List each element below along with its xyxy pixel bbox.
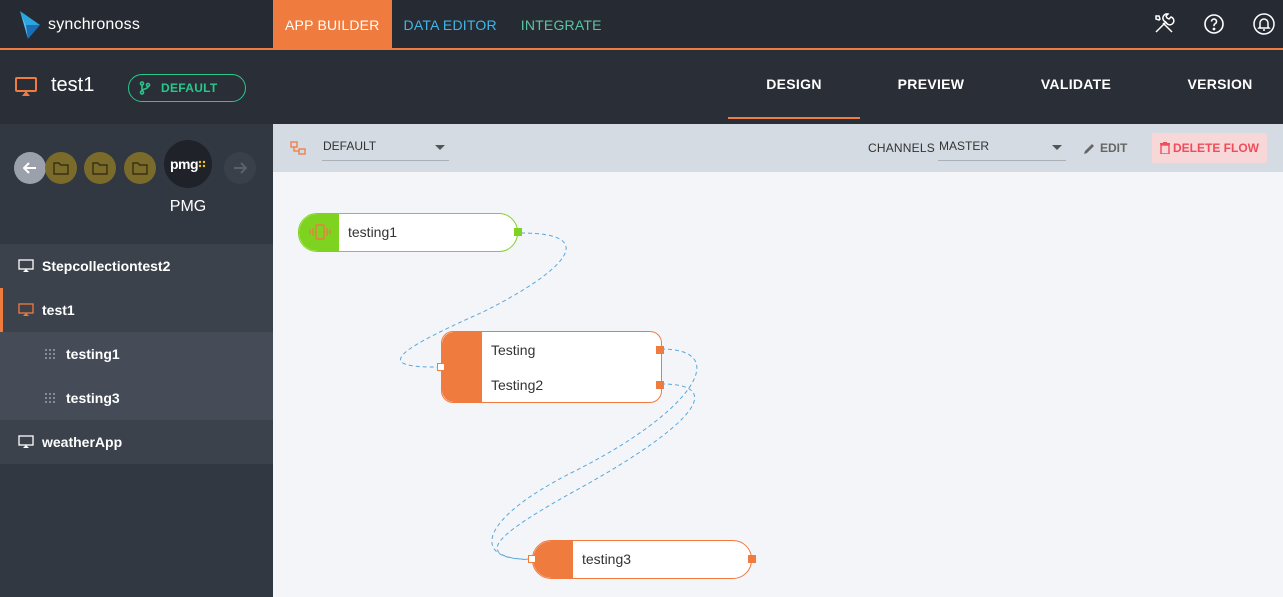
project-screen-icon bbox=[15, 77, 37, 96]
folder-icon bbox=[53, 162, 69, 175]
sidebar-item-weatherapp[interactable]: weatherApp bbox=[0, 420, 273, 464]
flow-toolbar: DEFAULT CHANNELS MASTER EDIT DELETE FLOW bbox=[273, 124, 1283, 172]
folder-crumb-3[interactable] bbox=[124, 152, 156, 184]
project-bar: test1 DEFAULT DESIGN PREVIEW VALIDATE VE… bbox=[0, 50, 1283, 124]
sidebar-item-testing3[interactable]: testing3 bbox=[0, 376, 273, 420]
flow-node-testing1[interactable]: testing1 bbox=[298, 213, 522, 252]
folder-icon bbox=[92, 162, 108, 175]
screen-icon bbox=[18, 435, 34, 448]
sidebar-item-label: Stepcollectiontest2 bbox=[42, 258, 171, 274]
sidebar-item-label: testing3 bbox=[66, 390, 120, 406]
connection-testing2-to-testing3 bbox=[496, 383, 695, 561]
edit-label: EDIT bbox=[1100, 141, 1128, 155]
arrow-left-icon bbox=[23, 162, 36, 174]
channels-label: CHANNELS bbox=[868, 141, 935, 155]
branch-label: DEFAULT bbox=[161, 81, 218, 95]
sidebar-item-label: weatherApp bbox=[42, 434, 123, 450]
sidebar-item-label: testing1 bbox=[66, 346, 120, 362]
back-button[interactable] bbox=[14, 152, 46, 184]
output-port[interactable] bbox=[748, 555, 756, 563]
sidebar: pmg PMG Stepcollectiontest2 test1 testin… bbox=[0, 124, 273, 597]
trash-icon bbox=[1160, 142, 1170, 154]
folder-icon bbox=[132, 162, 148, 175]
tab-version[interactable]: VERSION bbox=[1150, 50, 1283, 119]
sidebar-item-testing1[interactable]: testing1 bbox=[0, 332, 273, 376]
flow-select[interactable]: DEFAULT bbox=[322, 135, 449, 161]
forward-button[interactable] bbox=[224, 152, 256, 184]
sidebar-item-test1[interactable]: test1 bbox=[0, 288, 273, 332]
folder-breadcrumb: pmg PMG bbox=[0, 124, 273, 244]
screen-icon bbox=[18, 303, 34, 316]
sidebar-item-label: test1 bbox=[42, 302, 75, 318]
phone-vibrate-icon bbox=[309, 224, 331, 240]
flow-canvas[interactable]: testing1 Testing Testing2 testing3 bbox=[273, 172, 1283, 597]
pmg-dots-icon bbox=[198, 160, 206, 168]
input-port[interactable] bbox=[437, 363, 445, 371]
node-start-cap bbox=[299, 214, 339, 251]
logo-text: synchronoss bbox=[48, 16, 141, 33]
grid-dots-icon bbox=[45, 349, 55, 359]
delete-flow-label: DELETE FLOW bbox=[1173, 141, 1259, 155]
chevron-down-icon bbox=[1052, 145, 1062, 150]
branch-icon bbox=[139, 81, 151, 95]
output-port-testing[interactable] bbox=[656, 346, 664, 354]
pmg-logo[interactable]: pmg bbox=[164, 140, 212, 188]
main-nav: APP BUILDER DATA EDITOR INTEGRATE bbox=[273, 0, 614, 48]
edit-button[interactable]: EDIT bbox=[1083, 140, 1127, 156]
pmg-logo-text: pmg bbox=[169, 156, 199, 172]
channel-select-value: MASTER bbox=[939, 139, 990, 153]
project-title: test1 bbox=[51, 74, 95, 96]
arrow-right-icon bbox=[234, 162, 247, 174]
flow-select-value: DEFAULT bbox=[323, 139, 377, 153]
grid-dots-icon bbox=[45, 393, 55, 403]
top-icons bbox=[1151, 0, 1283, 48]
view-tabs: DESIGN PREVIEW VALIDATE VERSION bbox=[728, 50, 1283, 124]
flow-icon bbox=[290, 141, 306, 155]
flow-node-testing[interactable]: Testing Testing2 bbox=[437, 331, 664, 403]
breadcrumb-current-label: PMG bbox=[169, 198, 207, 215]
tab-design[interactable]: DESIGN bbox=[728, 50, 860, 119]
node-label-testing: Testing bbox=[491, 342, 536, 358]
screen-icon bbox=[18, 259, 34, 272]
notification-bell-icon[interactable] bbox=[1251, 11, 1277, 37]
node-cap bbox=[442, 332, 482, 402]
output-port-testing2[interactable] bbox=[656, 381, 664, 389]
flow-node-testing3[interactable]: testing3 bbox=[528, 540, 756, 579]
folder-crumb-1[interactable] bbox=[45, 152, 77, 184]
nav-app-builder[interactable]: APP BUILDER bbox=[273, 0, 392, 48]
nav-data-editor[interactable]: DATA EDITOR bbox=[392, 0, 509, 48]
sidebar-item-stepcollectiontest2[interactable]: Stepcollectiontest2 bbox=[0, 244, 273, 288]
tab-validate[interactable]: VALIDATE bbox=[1002, 50, 1150, 119]
node-cap bbox=[533, 541, 573, 578]
node-label: testing1 bbox=[348, 224, 398, 240]
help-icon[interactable] bbox=[1201, 11, 1227, 37]
tools-icon[interactable] bbox=[1151, 11, 1177, 37]
folder-crumb-2[interactable] bbox=[84, 152, 116, 184]
nav-integrate[interactable]: INTEGRATE bbox=[509, 0, 614, 48]
synchronoss-logo-icon bbox=[20, 11, 40, 39]
app-logo[interactable]: synchronoss bbox=[18, 9, 158, 41]
channel-select[interactable]: MASTER bbox=[938, 135, 1066, 161]
output-port[interactable] bbox=[514, 228, 522, 236]
tab-preview[interactable]: PREVIEW bbox=[860, 50, 1002, 119]
chevron-down-icon bbox=[435, 145, 445, 150]
node-label-testing2: Testing2 bbox=[491, 377, 544, 393]
branch-badge[interactable]: DEFAULT bbox=[128, 74, 246, 102]
delete-flow-button[interactable]: DELETE FLOW bbox=[1152, 133, 1267, 163]
input-port[interactable] bbox=[528, 555, 536, 563]
pencil-icon bbox=[1084, 143, 1094, 154]
top-bar: synchronoss APP BUILDER DATA EDITOR INTE… bbox=[0, 0, 1283, 50]
node-label: testing3 bbox=[582, 551, 632, 567]
